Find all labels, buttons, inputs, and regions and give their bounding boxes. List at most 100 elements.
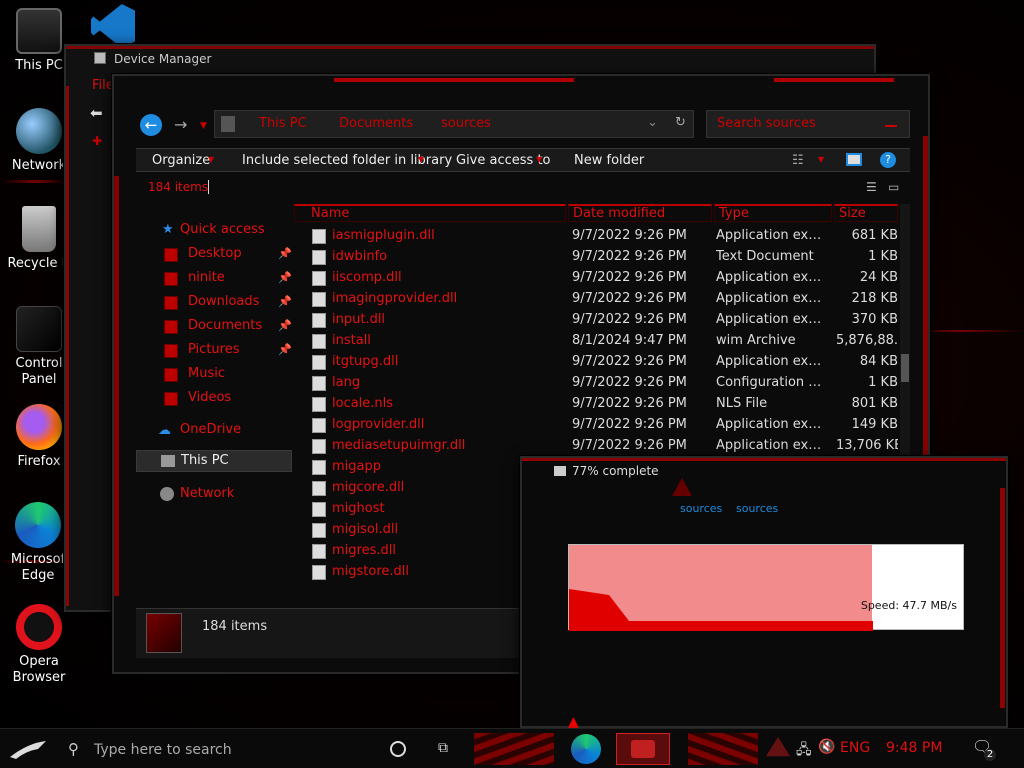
arrow-up-icon: ▲ xyxy=(568,714,579,728)
file-icon xyxy=(312,565,326,580)
scrollbar-thumb[interactable] xyxy=(901,354,909,382)
breadcrumb-this-pc[interactable]: This PC xyxy=(259,116,307,131)
file-type: wim Archive xyxy=(716,333,796,348)
network-tray-icon[interactable]: 🖧 xyxy=(796,739,812,763)
edge-icon xyxy=(571,734,601,764)
control-panel-icon xyxy=(16,306,62,352)
notification-center-button[interactable]: 🗨 2 xyxy=(972,737,996,761)
menu-file[interactable]: File xyxy=(92,78,114,93)
nav-label: ninite xyxy=(188,270,225,285)
rog-start-icon xyxy=(10,741,46,759)
task-view-icon[interactable]: ⧉ xyxy=(438,740,448,756)
command-bar: Organize ▼ Include selected folder in li… xyxy=(136,148,910,172)
copy-progress-dialog[interactable]: 77% complete sources sources Speed: 47.7… xyxy=(520,456,1008,728)
desktop-icon-opera[interactable]: Opera Browser xyxy=(0,604,78,686)
table-row[interactable]: idwbinfo 9/7/2022 9:26 PM Text Document 1 K… xyxy=(294,247,898,268)
desktop: This PC Network Recycle B Control Panel … xyxy=(0,0,1024,728)
refresh-icon[interactable]: ↻ xyxy=(675,115,686,130)
file-type: Application exte... xyxy=(716,438,824,453)
column-name[interactable]: Name xyxy=(294,204,566,222)
breadcrumb-documents[interactable]: Documents xyxy=(339,116,413,131)
nav-item-downloads[interactable]: Downloads 📌 xyxy=(136,292,292,314)
nav-onedrive[interactable]: ☁ OneDrive xyxy=(136,420,292,442)
organize-button[interactable]: Organize xyxy=(152,153,210,168)
file-type: Application exte... xyxy=(716,417,824,432)
column-size[interactable]: Size xyxy=(834,204,898,222)
file-icon xyxy=(312,439,326,454)
firefox-icon xyxy=(16,404,62,450)
cortana-icon[interactable] xyxy=(390,741,406,757)
desktop-icon-label: Firefox xyxy=(17,454,61,469)
back-button[interactable]: ← xyxy=(140,114,162,136)
column-date[interactable]: Date modified xyxy=(568,204,712,222)
chevron-down-icon: ▼ xyxy=(418,155,425,164)
file-icon xyxy=(312,418,326,433)
taskbar-search[interactable]: ⚲ Type here to search xyxy=(62,733,380,765)
nav-item-music[interactable]: Music xyxy=(136,364,292,386)
pin-icon[interactable]: 📌 xyxy=(278,295,292,308)
help-icon[interactable]: ? xyxy=(880,152,896,168)
window-frame-accent xyxy=(774,78,894,82)
file-size: 370 KB xyxy=(851,312,898,327)
nav-quick-access[interactable]: ★ Quick access xyxy=(136,220,292,242)
table-row[interactable]: iasmigplugin.dll 9/7/2022 9:26 PM Applicat… xyxy=(294,226,898,247)
pin-icon[interactable]: 📌 xyxy=(278,271,292,284)
table-row[interactable]: locale.nls 9/7/2022 9:26 PM NLS File 801 KB xyxy=(294,394,898,415)
nav-this-pc[interactable]: This PC xyxy=(136,450,292,472)
nav-item-videos[interactable]: Videos xyxy=(136,388,292,410)
taskbar-explorer-button[interactable] xyxy=(616,733,670,765)
pin-icon[interactable]: 📌 xyxy=(278,319,292,332)
table-row[interactable]: lang 9/7/2022 9:26 PM Configuration se... 1… xyxy=(294,373,898,394)
table-row[interactable]: input.dll 9/7/2022 9:26 PM Application ext… xyxy=(294,310,898,331)
table-row[interactable]: iiscomp.dll 9/7/2022 9:26 PM Application e… xyxy=(294,268,898,289)
address-bar[interactable]: This PC Documents sources ⌄ ↻ xyxy=(214,110,694,138)
pin-icon[interactable]: 📌 xyxy=(278,343,292,356)
column-type[interactable]: Type xyxy=(714,204,832,222)
file-name: idwbinfo xyxy=(332,249,388,264)
chevron-down-icon[interactable]: ⌄ xyxy=(647,115,658,130)
file-date: 8/1/2024 9:47 PM xyxy=(572,333,687,348)
pin-icon[interactable]: 📌 xyxy=(278,247,292,260)
language-indicator[interactable]: ENG xyxy=(840,740,870,756)
file-name: mighost xyxy=(332,501,385,516)
file-icon xyxy=(312,397,326,412)
nav-item-documents[interactable]: Documents 📌 xyxy=(136,316,292,338)
file-type: NLS File xyxy=(716,396,768,411)
breadcrumb-sources[interactable]: sources xyxy=(441,116,491,131)
file-size: 149 KB xyxy=(851,417,898,432)
search-box[interactable]: Search sources xyxy=(706,110,910,138)
copy-to-link[interactable]: sources xyxy=(736,502,778,515)
file-size: 13,706 KB xyxy=(836,438,898,453)
preview-pane-icon[interactable] xyxy=(846,153,862,166)
window-frame-accent xyxy=(114,176,119,596)
table-row[interactable]: imagingprovider.dll 9/7/2022 9:26 PM Appli… xyxy=(294,289,898,310)
chevron-down-icon[interactable]: ▼ xyxy=(818,155,824,164)
rog-tray-icon[interactable] xyxy=(766,737,790,757)
clock[interactable]: 9:48 PM xyxy=(886,740,942,756)
new-folder-button[interactable]: New folder xyxy=(574,153,644,168)
file-icon xyxy=(312,460,326,475)
recent-dropdown-icon[interactable]: ▼ xyxy=(200,121,207,131)
back-arrow-icon[interactable]: ⬅ xyxy=(90,104,103,122)
table-row[interactable]: mediasetupuimgr.dll 9/7/2022 9:26 PM Appli… xyxy=(294,436,898,457)
table-row[interactable]: itgtupg.dll 9/7/2022 9:26 PM Application e… xyxy=(294,352,898,373)
start-button[interactable] xyxy=(8,737,48,761)
network-icon xyxy=(160,487,174,501)
folder-icon xyxy=(164,248,178,262)
nav-item-desktop[interactable]: Desktop 📌 xyxy=(136,244,292,266)
copy-from-link[interactable]: sources xyxy=(680,502,722,515)
table-row[interactable]: logprovider.dll 9/7/2022 9:26 PM Applicati… xyxy=(294,415,898,436)
desktop-icon-label: Recycle B xyxy=(7,256,71,271)
volume-muted-icon[interactable]: 🔇 xyxy=(818,739,835,755)
file-name: mediasetupuimgr.dll xyxy=(332,438,466,453)
nav-network[interactable]: Network xyxy=(136,484,292,506)
view-options-icon[interactable]: ☷ xyxy=(792,153,804,168)
details-view-icon[interactable]: ☰ xyxy=(866,180,877,194)
forward-button[interactable]: → xyxy=(174,115,187,134)
table-row[interactable]: install 8/1/2024 9:47 PM wim Archive 5,876,… xyxy=(294,331,898,352)
taskbar-edge-button[interactable] xyxy=(566,733,606,765)
tiles-view-icon[interactable]: ▭ xyxy=(888,180,899,194)
nav-item-ninite[interactable]: ninite 📌 xyxy=(136,268,292,290)
nav-item-pictures[interactable]: Pictures 📌 xyxy=(136,340,292,362)
file-icon xyxy=(312,313,326,328)
